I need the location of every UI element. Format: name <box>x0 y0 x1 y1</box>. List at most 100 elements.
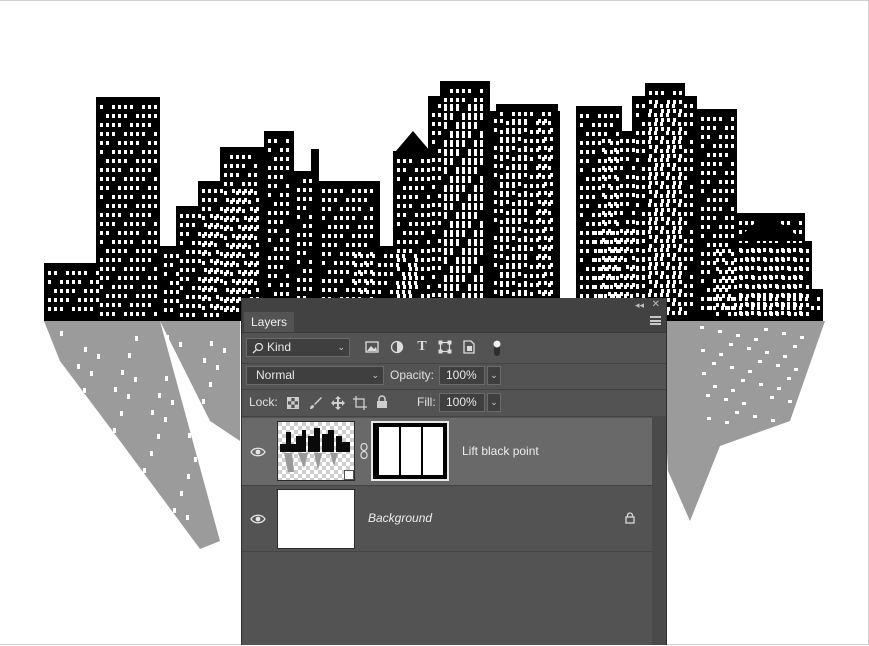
layer-row-lift-black-point[interactable]: Lift black point <box>242 418 652 485</box>
window <box>672 167 675 171</box>
lock-artboard-icon[interactable] <box>353 396 367 410</box>
collapse-panel-icon[interactable]: ◂◂ <box>635 300 644 310</box>
window <box>303 287 306 291</box>
window <box>661 154 664 158</box>
window <box>598 168 601 172</box>
visibility-eye-icon[interactable] <box>250 446 266 458</box>
window <box>725 288 728 292</box>
window <box>667 208 670 212</box>
window <box>176 281 179 285</box>
layer-thumbnail[interactable] <box>277 489 355 549</box>
window <box>100 303 103 307</box>
window <box>208 270 211 274</box>
window <box>450 188 453 192</box>
window <box>309 233 312 237</box>
window <box>480 206 483 210</box>
window <box>701 171 704 175</box>
reflection-window <box>136 485 139 490</box>
window <box>438 158 441 162</box>
window <box>731 279 734 283</box>
window <box>612 249 615 253</box>
reflection-window <box>209 382 212 387</box>
window <box>512 247 515 251</box>
lock-image-icon[interactable] <box>309 396 323 410</box>
window <box>592 150 595 154</box>
opacity-input[interactable]: 100% <box>439 366 485 385</box>
window <box>713 306 716 310</box>
adjustment-filter-icon[interactable] <box>390 340 404 354</box>
window <box>72 271 75 275</box>
opacity-dropdown-button[interactable]: ⌄ <box>487 366 501 385</box>
window <box>164 299 167 303</box>
window <box>432 257 435 261</box>
fill-input[interactable]: 100% <box>439 393 485 412</box>
window <box>661 163 664 167</box>
lock-transparent-icon[interactable] <box>287 397 299 409</box>
window <box>286 247 289 251</box>
window <box>667 307 670 311</box>
reflection-window <box>134 377 137 382</box>
layer-name[interactable]: Lift black point <box>462 444 539 458</box>
lock-all-icon[interactable] <box>376 395 388 409</box>
window <box>757 306 760 310</box>
window <box>660 122 663 126</box>
kind-filter-select[interactable]: Kind ⌄ <box>246 338 350 357</box>
window <box>346 207 349 211</box>
layer-row-background[interactable]: Background <box>242 485 652 552</box>
window <box>636 176 639 180</box>
window <box>208 207 211 211</box>
window <box>444 251 447 255</box>
window <box>130 303 133 307</box>
reflection-window <box>758 360 762 363</box>
window <box>626 193 629 197</box>
blend-mode-select[interactable]: Normal ⌄ <box>246 366 384 385</box>
window <box>118 123 121 127</box>
reflection-2 <box>660 321 825 521</box>
mask-link-icon[interactable] <box>360 443 368 459</box>
window <box>210 259 213 263</box>
window <box>806 303 809 307</box>
window <box>192 214 195 218</box>
image-filter-icon[interactable] <box>365 340 379 354</box>
window <box>781 293 784 297</box>
window <box>614 148 617 152</box>
type-filter-icon[interactable]: T <box>415 340 429 354</box>
filter-toggle-icon[interactable] <box>492 338 502 358</box>
window <box>340 234 343 238</box>
window <box>745 284 748 288</box>
window <box>438 203 441 207</box>
window <box>518 121 521 125</box>
smart-object-filter-icon[interactable] <box>462 340 476 354</box>
window <box>745 311 748 315</box>
layers-scroll-gutter[interactable] <box>652 416 666 645</box>
window <box>494 254 497 258</box>
layer-name[interactable]: Background <box>368 511 432 525</box>
window <box>725 216 728 220</box>
window <box>649 199 652 203</box>
close-icon[interactable]: ✕ <box>652 299 660 310</box>
fill-dropdown-button[interactable]: ⌄ <box>487 393 501 412</box>
window <box>142 249 145 253</box>
window <box>734 258 737 262</box>
window <box>673 109 676 113</box>
lock-position-icon[interactable] <box>331 396 345 410</box>
layer-thumbnail[interactable] <box>277 421 355 481</box>
window <box>236 236 239 240</box>
panel-menu-icon[interactable] <box>650 316 661 325</box>
window <box>649 100 652 104</box>
chevron-down-icon: ⌄ <box>337 342 345 352</box>
window <box>707 216 710 220</box>
tab-layers[interactable]: Layers <box>244 312 295 332</box>
shape-filter-icon[interactable] <box>438 340 452 354</box>
window <box>679 244 682 248</box>
window <box>480 269 483 273</box>
window <box>731 126 734 130</box>
window <box>274 247 277 251</box>
panel-titlebar[interactable]: ◂◂ ✕ <box>242 298 666 312</box>
window <box>280 157 283 161</box>
layer-mask-thumbnail[interactable] <box>371 421 449 481</box>
window <box>403 240 406 244</box>
window <box>805 297 808 301</box>
window <box>322 279 325 283</box>
visibility-eye-icon[interactable] <box>250 513 266 525</box>
